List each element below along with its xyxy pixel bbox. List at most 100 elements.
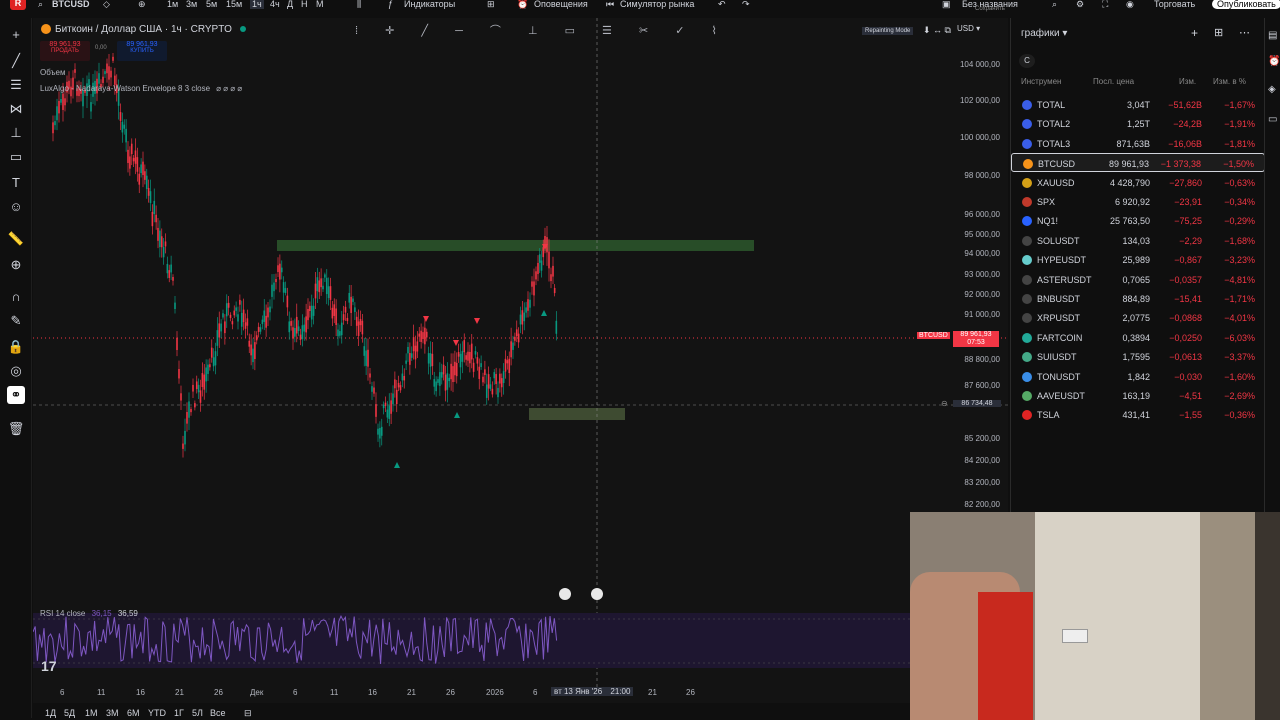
eye-icon[interactable]: ◎ <box>7 362 25 380</box>
indicators-button[interactable]: Индикаторы <box>404 0 455 9</box>
emoji-icon[interactable]: ☺ <box>7 198 25 216</box>
watchlist-row[interactable]: HYPEUSDT 25,989 −0,867 −3,23% <box>1011 250 1265 269</box>
tf-m[interactable]: М <box>316 0 324 9</box>
search-icon[interactable]: ⌕ <box>38 0 43 10</box>
chart-title[interactable]: Биткоин / Доллар США · 1ч · CRYPTO <box>55 24 232 35</box>
camera-icon[interactable]: ◉ <box>1126 0 1134 10</box>
projection-icon[interactable]: ⊥ <box>7 124 25 142</box>
trash-icon[interactable]: 🗑 <box>7 420 25 438</box>
alerts-button[interactable]: Оповещения <box>534 0 588 9</box>
diamond-icon[interactable]: ◇ <box>103 0 110 10</box>
tf-4h[interactable]: 4ч <box>270 0 280 9</box>
watchlist-row[interactable]: TOTAL 3,04T −51,62B −1,67% <box>1011 95 1265 114</box>
layout-list-icon[interactable]: ⊞ <box>1214 26 1223 39</box>
fib-icon[interactable]: ☰ <box>7 76 25 94</box>
section-label[interactable]: C <box>1019 54 1035 68</box>
sell-button[interactable]: 89 961,93 ПРОДАТЬ <box>40 41 90 61</box>
text-icon[interactable]: T <box>7 174 25 192</box>
rsi-legend[interactable]: RSI 14 close 36,15 36,59 <box>40 609 138 618</box>
goto-date-icon[interactable]: ⊟ <box>244 708 252 719</box>
range-all[interactable]: Все <box>210 708 226 718</box>
pattern-icon[interactable]: ⋈ <box>7 100 25 118</box>
tf-3m[interactable]: 3м <box>186 0 197 9</box>
add-compare-icon[interactable]: ⊕ <box>138 0 146 10</box>
watchlist-row[interactable]: NQ1! 25 763,50 −75,25 −0,29% <box>1011 211 1265 230</box>
replay-icon[interactable]: ⏮ <box>606 0 614 10</box>
watchlist-row[interactable]: TONUSDT 1,842 −0,030 −1,60% <box>1011 367 1265 386</box>
publish-button[interactable]: Опубликовать <box>1212 0 1280 9</box>
zoom-icon[interactable]: ⊕ <box>7 256 25 274</box>
col-change-pct[interactable]: Изм. в % <box>1213 77 1246 86</box>
replay-button[interactable]: Симулятор рынка <box>620 0 694 9</box>
alert-icon[interactable]: ⏰ <box>517 0 528 10</box>
watchlist-row[interactable]: BNBUSDT 884,89 −15,41 −1,71% <box>1011 289 1265 308</box>
layers-icon[interactable]: ◈ <box>1268 84 1276 95</box>
chart-pane[interactable]: Биткоин / Доллар США · 1ч · CRYPTO 89 96… <box>33 18 1008 703</box>
range-1m[interactable]: 1М <box>85 708 98 718</box>
watchlist-row[interactable]: TSLA 431,41 −1,55 −0,36% <box>1011 405 1265 424</box>
tf-1m[interactable]: 1м <box>167 0 178 9</box>
pencil-lock-icon[interactable]: ✎ <box>7 312 25 330</box>
watchlist-row[interactable]: TOTAL3 871,63B −16,06B −1,81% <box>1011 134 1265 153</box>
settings-icon[interactable]: ⚙ <box>1076 0 1084 10</box>
watchlist-title[interactable]: графики ▾ <box>1021 28 1067 39</box>
range-5y[interactable]: 5Л <box>192 708 203 718</box>
chart-settings-icons[interactable]: ⬇ ↔ ⧉ <box>923 25 951 36</box>
tf-1h[interactable]: 1ч <box>250 0 264 9</box>
trade-button[interactable]: Торговать <box>1154 0 1195 9</box>
indicator-controls-icon[interactable]: ⌀ ⌀ ⌀ ⌀ <box>216 84 242 93</box>
watchlist-row[interactable]: XRPUSDT 2,0775 −0,0868 −4,01% <box>1011 308 1265 327</box>
templates-icon[interactable]: ⊞ <box>487 0 495 10</box>
volume-legend[interactable]: Объем <box>40 68 66 77</box>
ruler-icon[interactable]: 📏 <box>7 230 25 248</box>
crosshair-add-icon[interactable]: ⊖ <box>941 399 948 408</box>
candles-icon[interactable]: ⫼ <box>357 0 361 10</box>
col-symbol[interactable]: Инструмен <box>1021 77 1061 86</box>
more-icon[interactable]: ⋯ <box>1239 26 1250 39</box>
crosshair-icon[interactable]: + <box>7 26 25 44</box>
rectangle-icon[interactable]: ▭ <box>7 148 25 166</box>
indicators-icon[interactable]: ƒ <box>388 0 393 9</box>
tf-w[interactable]: Н <box>301 0 308 9</box>
alerts-side-icon[interactable]: ⏰ <box>1268 56 1280 67</box>
lock-icon[interactable]: 🔒 <box>7 338 25 356</box>
currency-select[interactable]: USD ▾ <box>957 24 1005 36</box>
chat-icon[interactable]: ▭ <box>1268 114 1277 125</box>
tf-15m[interactable]: 15м <box>226 0 242 9</box>
undo-icon[interactable]: ↶ <box>718 0 726 10</box>
add-symbol-icon[interactable]: + <box>1191 26 1198 40</box>
price-chart[interactable] <box>33 18 1008 703</box>
watchlist-row[interactable]: XAUUSD 4 428,790 −27,860 −0,63% <box>1011 173 1265 192</box>
search-icon-2[interactable]: ⌕ <box>1052 0 1057 10</box>
col-change[interactable]: Изм. <box>1179 77 1196 86</box>
range-6m[interactable]: 6М <box>127 708 140 718</box>
indicator-legend[interactable]: LuxAlgo - Nadaraya-Watson Envelope 8 3 c… <box>40 84 242 93</box>
trend-line-icon[interactable]: ╱ <box>7 52 25 70</box>
watchlist-row[interactable]: SPX 6 920,92 −23,91 −0,34% <box>1011 192 1265 211</box>
tf-5m[interactable]: 5м <box>206 0 217 9</box>
range-ytd[interactable]: YTD <box>148 708 166 718</box>
watchlist-row[interactable]: ASTERUSDT 0,7065 −0,0357 −4,81% <box>1011 270 1265 289</box>
drawing-float-toolbar[interactable]: ⁞ ✛ ╱ ─ ⌒ ⊥ ▭ ☰ ✂ ✓ ⌇ <box>355 22 717 40</box>
layout-icon[interactable]: ▣ <box>942 0 951 10</box>
app-logo[interactable]: R <box>10 0 26 10</box>
watchlist-icon[interactable]: ▤ <box>1268 30 1277 41</box>
symbol-search[interactable]: BTCUSD <box>52 0 90 9</box>
watchlist-row[interactable]: SOLUSDT 134,03 −2,29 −1,68% <box>1011 231 1265 250</box>
repainting-toggle[interactable]: Repainting Mode <box>862 27 914 35</box>
tf-d[interactable]: Д <box>287 0 293 9</box>
watchlist-row[interactable]: SUIUSDT 1,7595 −0,0613 −3,37% <box>1011 347 1265 366</box>
range-3m[interactable]: 3М <box>106 708 119 718</box>
magnet-icon[interactable]: ∩ <box>7 288 25 306</box>
range-1d[interactable]: 1Д <box>45 708 56 718</box>
buy-button[interactable]: 89 961,93 КУПИТЬ <box>117 41 167 61</box>
watchlist-row[interactable]: AAVEUSDT 163,19 −4,51 −2,69% <box>1011 386 1265 405</box>
watchlist-row[interactable]: FARTCOIN 0,3894 −0,0250 −6,03% <box>1011 328 1265 347</box>
fullscreen-icon[interactable]: ⛶ <box>1102 0 1108 10</box>
redo-icon[interactable]: ↷ <box>742 0 750 10</box>
col-last[interactable]: Посл. цена <box>1093 77 1134 86</box>
link-icon[interactable]: ⚭ <box>7 386 25 404</box>
range-5d[interactable]: 5Д <box>64 708 75 718</box>
range-1y[interactable]: 1Г <box>174 708 184 718</box>
watchlist-row[interactable]: TOTAL2 1,25T −24,2B −1,91% <box>1011 114 1265 133</box>
